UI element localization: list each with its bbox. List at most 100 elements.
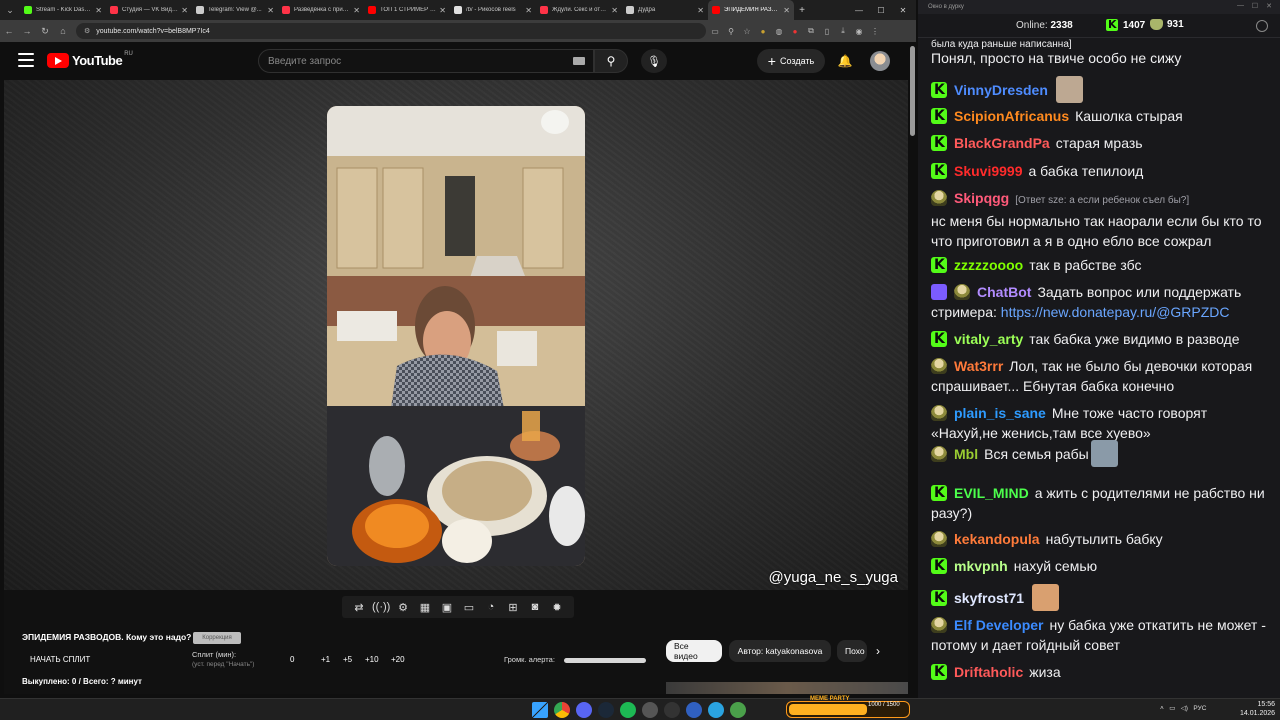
chat-username[interactable]: plain_is_sane <box>954 405 1046 421</box>
chat-username[interactable]: ChatBot <box>977 284 1031 300</box>
reload-icon[interactable]: ↻ <box>36 22 54 40</box>
tab-close-icon[interactable]: ✕ <box>697 6 704 15</box>
zoom-icon[interactable]: ⚲ <box>724 24 738 38</box>
discord-icon[interactable] <box>576 702 592 718</box>
search-input[interactable]: Введите запрос <box>258 49 594 73</box>
new-tab-button[interactable]: + <box>794 5 810 16</box>
alert-volume-slider[interactable] <box>564 658 646 663</box>
cast-icon[interactable]: ▭ <box>708 24 722 38</box>
browser-tab[interactable]: Разведёнка с прицепом✕ <box>278 0 364 20</box>
start-icon[interactable] <box>532 702 548 718</box>
app-icon[interactable] <box>664 702 680 718</box>
chat-username[interactable]: mkvpnh <box>954 558 1008 574</box>
forward-icon[interactable]: → <box>18 22 36 40</box>
start-split-button[interactable]: НАЧАТЬ СПЛИТ <box>30 655 90 664</box>
minimize-icon[interactable]: — <box>848 0 870 20</box>
youtube-logo[interactable]: YouTube RU <box>47 51 133 68</box>
gauge-icon[interactable]: ◔ <box>482 601 500 613</box>
correction-button[interactable]: Коррекция <box>193 632 241 644</box>
menu-icon[interactable] <box>18 53 34 67</box>
loop-icon[interactable]: ⇄ <box>350 601 368 614</box>
page-scrollbar[interactable] <box>910 46 915 136</box>
chat-username[interactable]: Driftaholic <box>954 664 1023 680</box>
chat-username[interactable]: BlackGrandPa <box>954 135 1050 151</box>
close-icon[interactable]: ✕ <box>1266 2 1272 10</box>
chip-author[interactable]: Автор: katyakonasova <box>729 640 831 662</box>
minimize-icon[interactable]: — <box>1237 2 1244 9</box>
tab-close-icon[interactable]: ✕ <box>181 6 188 15</box>
app-icon-2[interactable] <box>730 702 746 718</box>
audio-icon[interactable]: ((·)) <box>372 601 390 613</box>
miniplayer-icon[interactable]: ▣ <box>438 601 456 614</box>
chevron-right-icon[interactable]: › <box>876 644 880 658</box>
chat-username[interactable]: EVIL_MIND <box>954 485 1029 501</box>
browser-tab[interactable]: Студия — VK Видео ✕ <box>106 0 192 20</box>
avatar[interactable] <box>870 51 890 71</box>
split-plus-10-button[interactable]: +10 <box>365 655 379 664</box>
browser-tab[interactable]: Stream - Kick Dashboard✕ <box>20 0 106 20</box>
tab-close-icon[interactable]: ✕ <box>611 6 618 15</box>
chat-username[interactable]: kekandopula <box>954 531 1040 547</box>
language-indicator[interactable]: РУС <box>1193 705 1206 712</box>
chip-similar[interactable]: Похо <box>837 640 867 662</box>
extension-icon[interactable]: ● <box>756 24 770 38</box>
volume-icon[interactable]: ◁) <box>1181 705 1188 712</box>
close-icon[interactable]: ✕ <box>892 0 914 20</box>
chat-username[interactable]: vitaly_arty <box>954 331 1023 347</box>
split-plus-20-button[interactable]: +20 <box>391 655 405 664</box>
screenshot-camera-icon[interactable]: ◙ <box>526 601 544 613</box>
media-player-icon[interactable] <box>686 702 702 718</box>
settings-icon[interactable] <box>1256 20 1268 32</box>
notifications-bell-icon[interactable]: 🔔 <box>836 51 854 71</box>
clip-icon[interactable]: ▦ <box>416 601 434 614</box>
home-icon[interactable]: ⌂ <box>54 22 72 40</box>
donate-link[interactable]: https://new.donatepay.ru/@GRPZDC <box>1001 304 1230 320</box>
split-plus-1-button[interactable]: +1 <box>321 655 330 664</box>
extension-icon-2[interactable]: ◍ <box>772 24 786 38</box>
browser-tab[interactable]: ТОП 1 СТРИМЕР В... ✕ <box>364 0 450 20</box>
browser-tab[interactable]: Ждули. Секс и отн... ✕ <box>536 0 622 20</box>
chat-username[interactable]: Mbl <box>954 446 978 462</box>
browser-tab[interactable]: ЭПИДЕМИЯ РАЗВОД...✕ <box>708 0 794 20</box>
theater-icon[interactable]: ▭ <box>460 601 478 614</box>
chat-username[interactable]: zzzzzoooo <box>954 257 1023 273</box>
download-icon[interactable]: ⤓ <box>836 24 850 38</box>
tab-close-icon[interactable]: ✕ <box>95 6 102 15</box>
browser-tab[interactable]: /b/ - Рикосов reels ✕ <box>450 0 536 20</box>
chevron-up-icon[interactable]: ˄ <box>1160 705 1164 712</box>
voice-search-button[interactable]: 🎙 <box>641 49 667 73</box>
chat-username[interactable]: Skuvi9999 <box>954 163 1023 179</box>
chat-username[interactable]: Skipqgg <box>954 190 1009 206</box>
extension-icon-3[interactable]: ● <box>788 24 802 38</box>
chat-username[interactable]: skyfrost71 <box>954 590 1024 606</box>
site-info-icon[interactable]: ⚙ <box>84 27 90 35</box>
split-plus-5-button[interactable]: +5 <box>343 655 352 664</box>
chat-username[interactable]: Elf Developer <box>954 617 1043 633</box>
maximize-icon[interactable]: ☐ <box>870 0 892 20</box>
chip-all-videos[interactable]: Все видео <box>666 640 722 662</box>
telegram-icon[interactable] <box>708 702 724 718</box>
tab-close-icon[interactable]: ✕ <box>353 6 360 15</box>
tab-close-icon[interactable]: ✕ <box>783 6 790 15</box>
browser-menu-icon[interactable]: ⋮ <box>868 24 882 38</box>
spotify-icon[interactable] <box>620 702 636 718</box>
url-field[interactable]: ⚙ youtube.com/watch?v=belB8MP7Ic4 <box>76 23 706 39</box>
profile-icon[interactable]: ◉ <box>852 24 866 38</box>
bookmark-star-icon[interactable]: ☆ <box>740 24 754 38</box>
split-view-icon[interactable]: ▯ <box>820 24 834 38</box>
recommendation-thumbnail[interactable] <box>666 682 908 694</box>
speed-icon[interactable]: ⚙ <box>394 601 412 614</box>
network-icon[interactable]: ▭ <box>1169 705 1175 712</box>
chat-username[interactable]: Wat3rrr <box>954 358 1003 374</box>
steam-icon[interactable] <box>598 702 614 718</box>
obs-icon[interactable] <box>642 702 658 718</box>
clock[interactable]: 15:56 14.01.2026 <box>1240 700 1275 718</box>
extensions-puzzle-icon[interactable]: ⧉ <box>804 24 818 38</box>
chat-username[interactable]: VinnyDresden <box>954 82 1048 98</box>
tab-close-icon[interactable]: ✕ <box>525 6 532 15</box>
tab-close-icon[interactable]: ✕ <box>267 6 274 15</box>
create-button[interactable]: + Создать <box>757 49 825 73</box>
browser-tab[interactable]: Дудра ✕ <box>622 0 708 20</box>
settings-gear-icon[interactable]: ✹ <box>548 601 566 614</box>
add-icon[interactable]: ⊞ <box>504 601 522 614</box>
